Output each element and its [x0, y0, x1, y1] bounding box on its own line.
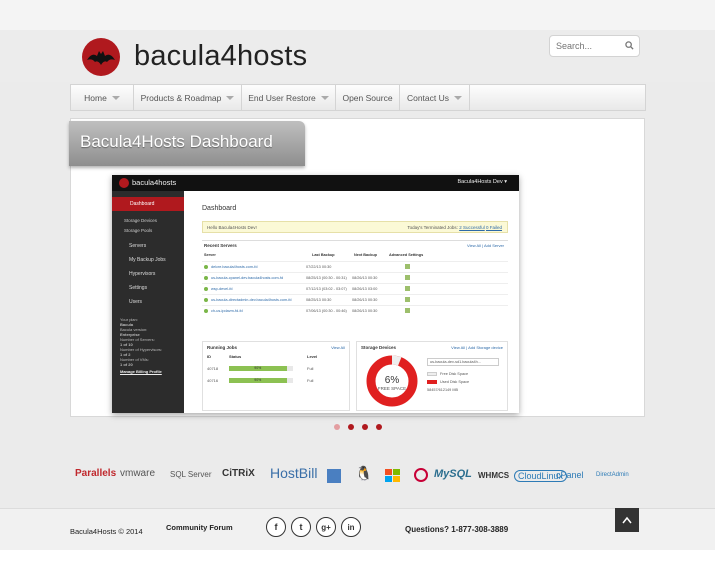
- nav-label: Open Source: [342, 92, 393, 103]
- chevron-down-icon: [454, 95, 463, 100]
- slider-dot-2[interactable]: [348, 424, 354, 430]
- list-item: 40718 90% Full: [207, 366, 314, 371]
- partner-logos: Parallels vmware SQL Server CiTRiX HostB…: [0, 464, 715, 492]
- directadmin-logo: DirectAdmin: [596, 472, 629, 478]
- main-nav: Home Products & Roadmap End User Restore…: [70, 84, 646, 111]
- whmcs-logo: WHMCS: [478, 471, 510, 480]
- shot-plan-info: Your plan: Bacula Bacula version: Enterpri…: [120, 317, 163, 374]
- top-band: [0, 0, 715, 30]
- svg-text:6%: 6%: [385, 375, 400, 386]
- cpanel-logo: cPanel: [556, 470, 584, 480]
- page: bacula4hosts Home Products & Roadmap End…: [0, 0, 715, 575]
- shot-sidebar-sub: Storage Pools: [124, 228, 153, 233]
- shot-sidebar-item: Settings: [129, 285, 148, 291]
- vmware-logo: vmware: [120, 468, 156, 479]
- chevron-down-icon: [111, 95, 120, 100]
- free-space-donut: 6% FREE SPACE: [366, 355, 418, 407]
- nav-label: End User Restore: [248, 92, 316, 103]
- shot-sidebar-item: Hypervisors: [129, 271, 156, 277]
- slider-dot-4[interactable]: [376, 424, 382, 430]
- chevron-down-icon: [226, 95, 235, 100]
- twitter-icon[interactable]: t: [291, 517, 311, 537]
- nav-label: Products & Roadmap: [140, 92, 222, 103]
- chevron-up-icon: [622, 516, 632, 524]
- windows-logo-icon: [385, 469, 400, 482]
- shot-title: Dashboard: [202, 205, 237, 212]
- nav-item-products[interactable]: Products & Roadmap: [134, 85, 242, 110]
- community-forum-link[interactable]: Community Forum: [166, 523, 233, 532]
- table-row: us-bacula-cpanel-dev.bacula4hosts.com-fd…: [202, 272, 508, 283]
- list-item: 40716 90% Full: [207, 378, 314, 383]
- shot-main: Dashboard Hello Bacula4Hosts Dev! Today'…: [196, 191, 514, 413]
- shot-sidebar-item: My Backup Jobs: [129, 257, 166, 263]
- dashboard-screenshot[interactable]: bacula4hosts Bacula4Hosts Dev ▾ Dashboar…: [112, 175, 519, 413]
- shot-sidebar-active: Dashboard: [112, 197, 184, 211]
- slide-title-text: Bacula4Hosts Dashboard: [80, 132, 273, 151]
- shot-sidebar-sub: Storage Devices: [124, 218, 158, 223]
- slide-title: Bacula4Hosts Dashboard: [69, 121, 305, 166]
- debian-logo-icon: [414, 468, 428, 482]
- shot-user: Bacula4Hosts Dev ▾: [457, 179, 507, 185]
- facebook-icon[interactable]: f: [266, 517, 286, 537]
- bat-logo-icon[interactable]: [82, 38, 120, 76]
- nav-item-home[interactable]: Home: [71, 85, 134, 110]
- shot-hello-banner: Hello Bacula4Hosts Dev! Today's Terminat…: [202, 221, 508, 233]
- linkedin-icon[interactable]: in: [341, 517, 361, 537]
- table-row: delcre.bacula4hosts.com-fd 07/22/13 00:30: [202, 261, 508, 272]
- back-to-top-button[interactable]: [615, 508, 639, 532]
- sql-server-logo: SQL Server: [170, 470, 212, 479]
- google-plus-icon[interactable]: g+: [316, 517, 336, 537]
- bat-logo-icon: [119, 178, 129, 188]
- shot-sidebar: Dashboard Storage Devices Storage Pools …: [112, 191, 184, 413]
- svg-text:FREE SPACE: FREE SPACE: [378, 386, 406, 391]
- nav-item-end-user-restore[interactable]: End User Restore: [242, 85, 336, 110]
- hostbill-logo: HostBill: [270, 465, 318, 481]
- brand-name[interactable]: bacula4hosts: [134, 40, 307, 73]
- bottom-band: [0, 550, 715, 575]
- storage-select[interactable]: us-bacula-dev-sd1.bacula4h...: [427, 358, 499, 366]
- citrix-logo: CiTRiX: [222, 468, 255, 479]
- table-row: wsp-devel-fd 07/12/13 (03:02 - 03:07) 08/2…: [202, 283, 508, 294]
- blue-box-icon: [327, 469, 341, 483]
- nav-item-open-source[interactable]: Open Source: [336, 85, 400, 110]
- shot-sidebar-item: Servers: [129, 243, 147, 249]
- shot-storage-devices: Storage Devices View All | Add Storage d…: [356, 341, 508, 411]
- shot-running-jobs: Running Jobs View All ID Status Level 40…: [202, 341, 350, 411]
- slider-dot-3[interactable]: [362, 424, 368, 430]
- nav-label: Home: [84, 92, 107, 103]
- phone-number: Questions? 1-877-308-3889: [405, 525, 509, 534]
- chevron-down-icon: [320, 95, 329, 100]
- search-icon[interactable]: [625, 41, 634, 50]
- shot-topbar: bacula4hosts Bacula4Hosts Dev ▾: [112, 175, 519, 191]
- nav-item-contact[interactable]: Contact Us: [400, 85, 470, 110]
- parallels-logo: Parallels: [75, 468, 117, 479]
- shot-sidebar-item: Users: [129, 299, 143, 305]
- shot-brand: bacula4hosts: [132, 178, 177, 187]
- table-row: ch-us-ipdavm-fd-fd 07/06/13 (00:30 - 00:4…: [202, 305, 508, 316]
- nav-label: Contact Us: [406, 92, 450, 103]
- table-row: us-bacula-directadmin-dev.bacula4hosts.c…: [202, 294, 508, 305]
- search-input[interactable]: [556, 39, 622, 53]
- linux-logo: 🐧: [355, 465, 373, 481]
- slider-dot-1[interactable]: [334, 424, 340, 430]
- mysql-logo: MySQL: [434, 468, 472, 480]
- copyright: Bacula4Hosts © 2014: [70, 527, 143, 536]
- slider-pagination: [334, 424, 382, 430]
- shot-recent-servers: Recent Servers View All | Add Server Ser…: [202, 240, 508, 325]
- search-box[interactable]: [549, 35, 640, 57]
